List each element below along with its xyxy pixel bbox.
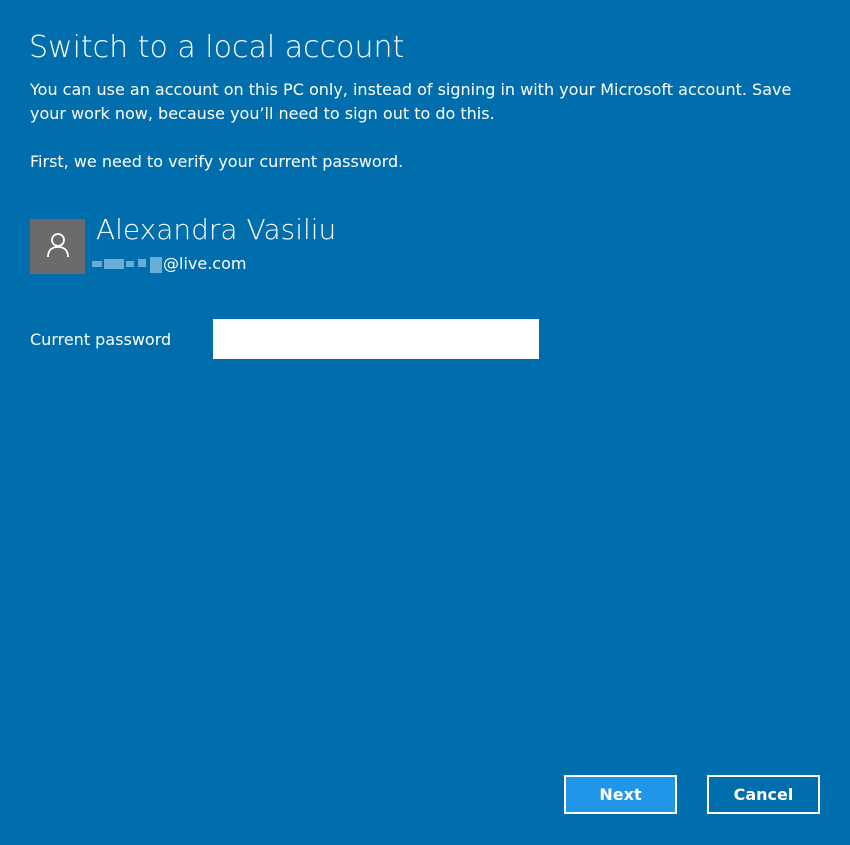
account-email: @live.com [92,252,246,276]
current-password-input[interactable] [213,319,539,359]
cancel-button[interactable]: Cancel [707,775,820,814]
user-icon [46,232,70,262]
dialog-description: You can use an account on this PC only, … [30,80,792,123]
email-redaction [92,255,162,273]
account-name: Alexandra Vasiliu [96,213,337,246]
dialog-title: Switch to a local account [29,30,405,65]
avatar [30,219,85,274]
account-email-domain: @live.com [163,254,247,273]
next-button[interactable]: Next [564,775,677,814]
current-password-label: Current password [30,330,172,349]
verify-instructions: First, we need to verify your current pa… [30,152,404,171]
